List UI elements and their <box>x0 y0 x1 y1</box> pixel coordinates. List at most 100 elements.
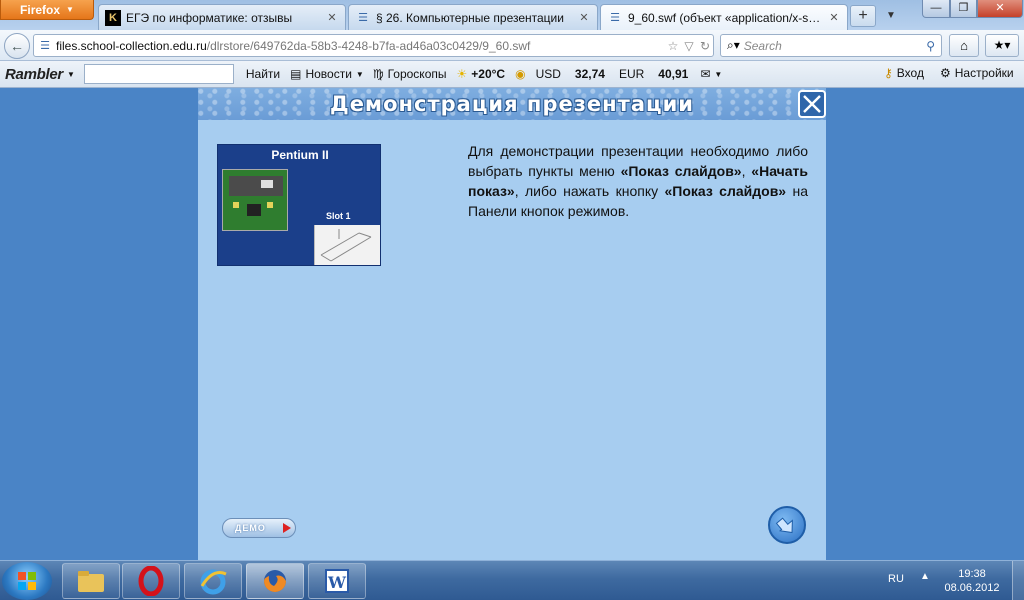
currency-icon: ◉ <box>515 67 526 81</box>
rambler-logo[interactable]: Rambler <box>5 66 63 83</box>
usd-value: 32,74 <box>574 67 605 81</box>
horoscope-button[interactable]: ♍ Гороскопы <box>373 67 447 81</box>
page-favicon-icon: ☰ <box>610 12 620 24</box>
list-tabs-icon[interactable]: ▼ <box>880 5 902 27</box>
taskbar-firefox[interactable] <box>246 563 304 599</box>
login-label: Вход <box>896 66 924 80</box>
usd-label: USD <box>535 67 561 81</box>
search-engine-icon[interactable]: ⌕▾ <box>727 38 740 53</box>
envelope-icon: ✉ <box>700 67 711 81</box>
motherboard-image <box>222 169 288 231</box>
taskbar-ie[interactable] <box>184 563 242 599</box>
flash-movie[interactable]: Демонстрация презентации Pentium II Slot… <box>198 88 826 560</box>
home-button[interactable]: ⌂ <box>949 34 979 57</box>
tab-swf[interactable]: ☰ 9_60.swf (объект «application/x-shoc..… <box>600 4 848 30</box>
back-button[interactable]: ← <box>4 33 30 59</box>
reload-icon[interactable]: ↻ <box>697 39 713 53</box>
search-icon[interactable]: ⚲ <box>926 39 935 53</box>
url-path: /dlrstore/649762da-58b3-4248-b7fa-ad46a0… <box>206 38 531 53</box>
navigation-bar: ← ☰ files.school-collection.edu.ru/dlrst… <box>0 30 1024 61</box>
play-arrow-icon <box>283 523 291 533</box>
close-icon <box>803 95 821 113</box>
close-icon[interactable]: ✕ <box>325 11 339 25</box>
login-button[interactable]: ⚷ Вход <box>884 66 924 80</box>
chevron-down-icon: ▼ <box>66 5 74 14</box>
eur-rate[interactable]: EUR 40,91 <box>619 67 688 81</box>
key-icon: ⚷ <box>884 66 893 80</box>
url-text[interactable]: files.school-collection.edu.ru/dlrstore/… <box>56 39 665 53</box>
find-button[interactable]: Найти <box>246 67 280 81</box>
windows-logo-icon <box>18 572 36 590</box>
weather-button[interactable]: ☀ +20°C <box>457 67 506 81</box>
taskbar-opera[interactable] <box>122 563 180 599</box>
new-tab-button[interactable]: + <box>850 5 876 27</box>
firefox-menu-button[interactable]: Firefox ▼ <box>0 0 94 20</box>
tab-strip: Firefox ▼ K ЕГЭ по информатике: отзывы ✕… <box>0 0 1024 30</box>
svg-text:W: W <box>327 573 347 592</box>
k-favicon-icon: K <box>105 9 121 26</box>
arrow-down-right-icon <box>775 517 793 534</box>
maximize-button[interactable]: ❐ <box>950 0 977 18</box>
slide-thumbnail: Pentium II Slot 1 <box>217 144 381 266</box>
newspaper-icon: ▤ <box>290 67 302 81</box>
close-icon[interactable]: ✕ <box>827 11 841 25</box>
internet-explorer-icon <box>200 569 227 595</box>
next-button[interactable] <box>768 506 806 544</box>
flash-close-button[interactable] <box>798 90 826 118</box>
slide-title: Pentium II <box>271 148 329 162</box>
tab-title: 9_60.swf (объект «application/x-shoc... <box>628 10 822 25</box>
start-button[interactable] <box>2 562 52 600</box>
tab-ege[interactable]: K ЕГЭ по информатике: отзывы ✕ <box>98 4 346 30</box>
tab-title: § 26. Компьютерные презентации <box>376 10 564 25</box>
instruction-text-part: , либо нажать кнопку <box>514 183 665 199</box>
word-icon: W <box>325 569 349 593</box>
virgo-icon: ♍ <box>372 67 384 81</box>
search-bar[interactable]: ⌕▾ Search ⚲ <box>720 34 942 57</box>
site-identity-icon[interactable]: ☰ <box>34 36 56 56</box>
show-desktop-button[interactable] <box>1012 561 1024 600</box>
sun-cloud-icon: ☀ <box>456 67 468 81</box>
menu-item-name: «Показ слайдов» <box>620 163 742 179</box>
demo-button[interactable]: ДЕМО <box>222 518 296 538</box>
weather-value: +20°C <box>471 67 506 81</box>
opera-icon <box>138 566 164 596</box>
firefox-icon <box>264 570 286 592</box>
tab-title: ЕГЭ по информатике: отзывы <box>126 10 293 25</box>
demo-button-label: ДЕМО <box>235 523 266 533</box>
usd-rate[interactable]: ◉ USD 32,74 <box>515 67 605 81</box>
gear-icon: ⚙ <box>940 66 951 80</box>
url-bar[interactable]: ☰ files.school-collection.edu.ru/dlrstor… <box>33 34 714 57</box>
settings-label: Настройки <box>954 66 1014 80</box>
slide-label: Slot 1 <box>326 211 351 221</box>
mail-button[interactable]: ✉ ▼ <box>700 67 722 81</box>
close-icon[interactable]: ✕ <box>577 11 591 25</box>
news-button[interactable]: ▤ Новости ▼ <box>290 67 364 81</box>
rambler-search-input[interactable] <box>83 64 234 84</box>
clock[interactable]: 19:38 08.06.2012 <box>942 567 1002 595</box>
chevron-down-icon[interactable]: ▼ <box>67 70 75 79</box>
clock-date: 08.06.2012 <box>944 582 1000 594</box>
taskbar-explorer[interactable] <box>62 563 120 599</box>
taskbar-word[interactable]: W <box>308 563 366 599</box>
chevron-down-icon: ▼ <box>714 69 723 79</box>
settings-button[interactable]: ⚙ Настройки <box>940 66 1014 80</box>
horoscope-label: Гороскопы <box>387 67 447 81</box>
close-window-button[interactable]: ✕ <box>977 0 1023 18</box>
language-indicator[interactable]: RU <box>888 573 904 585</box>
taskbar: W RU ▲ 19:38 08.06.2012 <box>0 560 1024 600</box>
instruction-text: Для демонстрации презентации необходимо … <box>468 141 808 221</box>
search-input[interactable]: Search <box>744 39 922 53</box>
eur-value: 40,91 <box>658 67 689 81</box>
instruction-text-part: , <box>741 163 752 179</box>
clock-time: 19:38 <box>958 568 986 580</box>
folder-icon <box>78 571 104 592</box>
tab-presentations[interactable]: ☰ § 26. Компьютерные презентации ✕ <box>348 4 598 30</box>
history-dropdown-icon[interactable]: ▽ <box>681 39 697 53</box>
firefox-menu-label: Firefox <box>20 2 61 17</box>
slot-diagram-image <box>314 225 380 265</box>
bookmarks-button[interactable]: ★▾ <box>985 34 1019 57</box>
star-icon[interactable]: ☆ <box>665 39 681 53</box>
flash-title: Демонстрация презентации <box>329 92 695 116</box>
minimize-button[interactable]: — <box>922 0 950 18</box>
chevron-up-icon[interactable]: ▲ <box>920 571 930 582</box>
